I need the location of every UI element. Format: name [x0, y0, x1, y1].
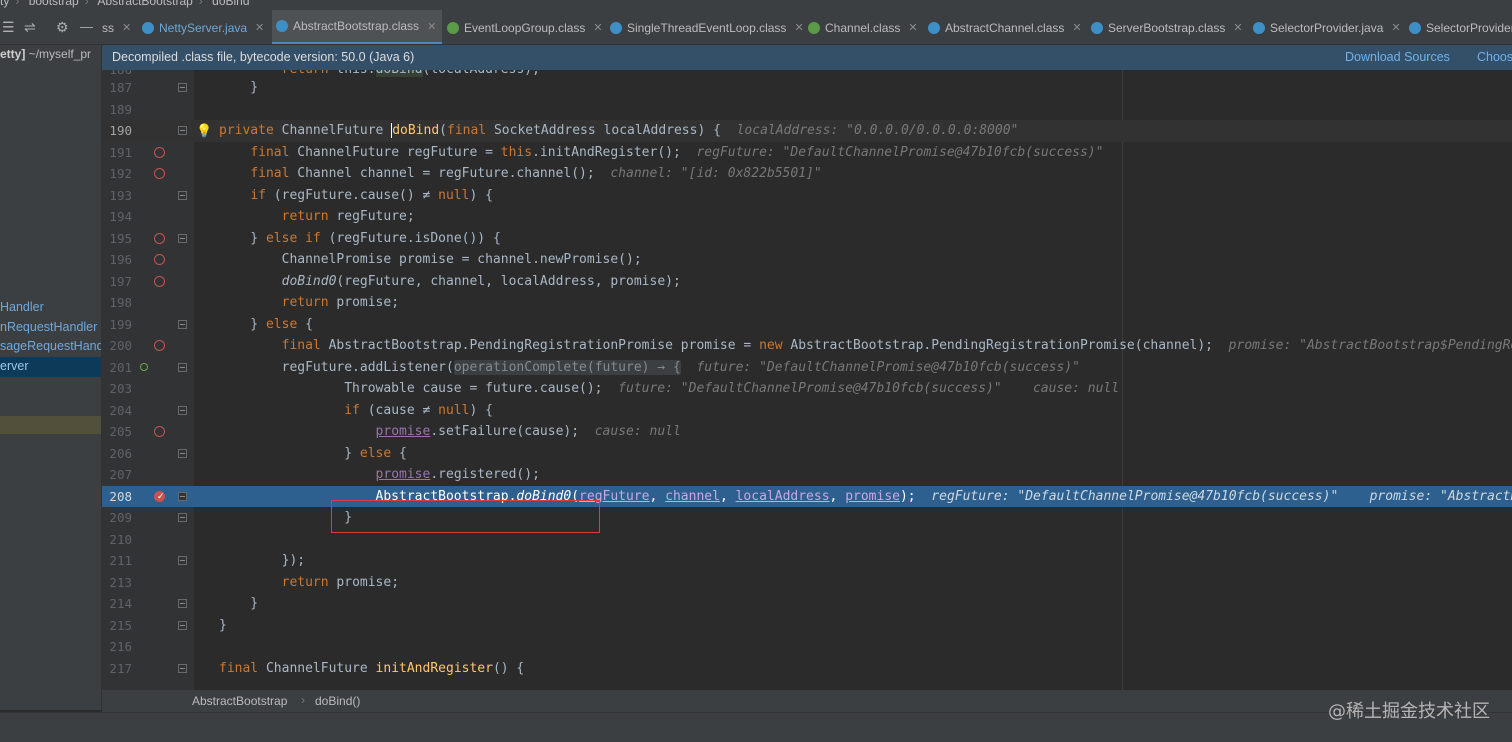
code-line: 197 doBind0(regFuture, channel, localAdd… [109, 273, 681, 289]
breakpoint-icon[interactable] [154, 232, 165, 244]
tree-item-handler[interactable]: Handler [0, 298, 101, 318]
breakpoint-icon[interactable] [154, 146, 165, 158]
status-bar [0, 712, 1512, 742]
class-icon [276, 20, 288, 32]
breakpoint-icon[interactable] [154, 340, 165, 351]
tree-item-request-handler[interactable]: nRequestHandler [0, 318, 101, 338]
close-icon[interactable]: ✕ [794, 21, 803, 34]
choose-sources-link[interactable]: Choos [1477, 50, 1512, 64]
class-icon [928, 21, 940, 34]
code-line: 193 if (regFuture.cause() ≠ null) { [109, 187, 493, 203]
code-line: 210 [109, 531, 132, 547]
tab-partial[interactable]: ss ✕ [102, 10, 131, 44]
code-line: 215} [109, 617, 227, 633]
code-editor[interactable]: 186 return this.doBind(localAddress); 18… [102, 70, 1512, 690]
watermark: @稀土掘金技术社区 [1328, 701, 1490, 722]
breadcrumb-method[interactable]: doBind() [315, 694, 360, 708]
close-icon[interactable]: ✕ [593, 21, 602, 34]
nav-crumb-package[interactable]: bootstrap [29, 0, 79, 8]
close-icon[interactable]: ✕ [122, 21, 131, 34]
tab-selectorprovider-java[interactable]: SelectorProvider.java ✕ [1253, 10, 1401, 44]
class-icon [142, 21, 154, 34]
breakpoint-icon[interactable] [154, 168, 165, 179]
tab-singlethreadeventloop[interactable]: SingleThreadEventLoop.class ✕ [610, 10, 804, 44]
breakpoint-icon[interactable] [154, 254, 165, 265]
code-line: 209 } [109, 510, 353, 525]
project-root[interactable]: etty] ~/myself_pr [0, 47, 91, 61]
close-icon[interactable]: ✕ [908, 21, 917, 34]
tree-item-server[interactable]: erver [0, 357, 101, 377]
class-icon [1253, 21, 1265, 34]
banner-message: Decompiled .class file, bytecode version… [112, 50, 415, 64]
code-line: 194 return regFuture; [109, 209, 415, 224]
code-line: 211 }); [109, 553, 306, 568]
project-toolbar: ☰ ⇌ ⚙ — [0, 10, 102, 45]
execution-line: 208 AbstractBootstrap.doBind0(regFuture,… [102, 485, 1512, 508]
interface-icon [447, 21, 459, 34]
tab-nettyserver[interactable]: NettyServer.java ✕ [142, 10, 264, 44]
code-line: 217 final ChannelFuture initAndRegister()… [109, 660, 525, 676]
code-line: 190 💡 private ChannelFuture doBind(final S… [102, 120, 1512, 142]
class-icon [610, 21, 622, 34]
close-icon[interactable]: ✕ [255, 21, 264, 34]
code-line: 200 final AbstractBootstrap.PendingRegis… [109, 338, 1512, 353]
code-line: 216 [109, 639, 132, 654]
breakpoint-icon[interactable] [154, 275, 165, 287]
tab-serverbootstrap[interactable]: ServerBootstrap.class ✕ [1091, 10, 1243, 44]
tab-selectorprovider[interactable]: SelectorProvider [1409, 10, 1512, 44]
navigation-bar: ty › bootstrap › AbstractBootstrap › doBind [0, 0, 1512, 10]
collapse-all-icon[interactable]: ☰ [2, 19, 15, 36]
code-line: 189 [109, 101, 132, 117]
code-line: 213 return promise; [109, 574, 400, 590]
breadcrumb-separator: › [301, 693, 305, 707]
code-line: 196 ChannelPromise promise = channel.new… [109, 252, 642, 267]
tree-highlight [0, 416, 101, 434]
project-panel: etty] ~/myself_pr Handler nRequestHandle… [0, 45, 102, 710]
tree-item-message-request-handler[interactable]: sageRequestHand [0, 337, 101, 357]
breadcrumb-class[interactable]: AbstractBootstrap [192, 694, 287, 708]
code-line: 214 } [109, 596, 259, 611]
nav-crumb-method[interactable]: doBind [212, 0, 249, 8]
nav-crumb-class[interactable]: AbstractBootstrap [97, 0, 192, 8]
code-line: 195 } else if (regFuture.isDone()) { [109, 230, 501, 246]
code-line: 201 regFuture.addListener(operationCompl… [109, 359, 1080, 375]
tab-channel[interactable]: Channel.class ✕ [808, 10, 918, 44]
class-icon [1409, 21, 1421, 34]
close-icon[interactable]: ✕ [427, 20, 436, 33]
code-line: 207 promise.registered(); [109, 467, 540, 482]
code-line: 198 return promise; [109, 295, 400, 310]
close-icon[interactable]: ✕ [1391, 21, 1400, 34]
editor-tabs: ss ✕ NettyServer.java ✕ AbstractBootstrap.… [102, 10, 1512, 45]
code-line: 187 } [109, 80, 259, 95]
code-line: 191 final ChannelFuture regFuture = this… [109, 144, 1104, 160]
code-line: 205 promise.setFailure(cause); cause: nu… [109, 424, 681, 439]
gear-icon[interactable]: ⚙ [56, 19, 69, 36]
breakpoint-hit-icon[interactable] [154, 487, 165, 508]
code-line: 203 Throwable cause = future.cause(); fu… [109, 381, 1120, 396]
tab-abstractbootstrap[interactable]: AbstractBootstrap.class ✕ [272, 10, 443, 44]
tab-eventloopgroup[interactable]: EventLoopGroup.class ✕ [447, 10, 603, 44]
class-icon [1091, 21, 1103, 34]
tab-abstractchannel[interactable]: AbstractChannel.class ✕ [928, 10, 1082, 44]
nav-crumb-project[interactable]: ty [0, 0, 9, 8]
interface-icon [808, 21, 820, 34]
editor-breadcrumb: AbstractBootstrap › doBind() [102, 690, 1512, 712]
code-line: 199 } else { [109, 316, 313, 332]
code-line: 192 final Channel channel = regFuture.ch… [109, 166, 822, 181]
code-line: 206 } else { [109, 445, 407, 461]
expand-icon[interactable]: ⇌ [24, 19, 36, 36]
download-sources-link[interactable]: Download Sources [1345, 50, 1450, 64]
close-icon[interactable]: ✕ [1072, 21, 1081, 34]
minimize-icon[interactable]: — [80, 19, 93, 34]
decompiled-banner: Decompiled .class file, bytecode version… [102, 45, 1512, 70]
close-icon[interactable]: ✕ [1233, 21, 1242, 34]
lightbulb-icon[interactable]: 💡 [196, 121, 212, 143]
breakpoint-icon[interactable] [154, 426, 165, 437]
lambda-icon[interactable] [140, 362, 148, 371]
code-line: 204 if (cause ≠ null) { [109, 402, 493, 418]
